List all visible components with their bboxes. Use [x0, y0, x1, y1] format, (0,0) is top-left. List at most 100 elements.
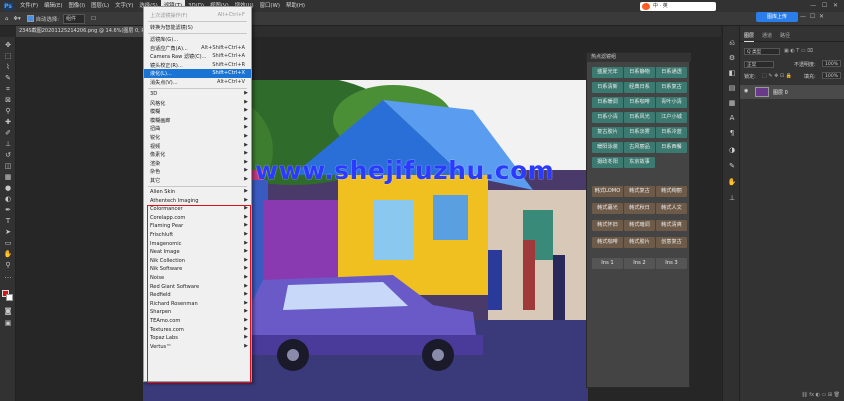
paragraph-panel-icon[interactable]: ¶: [727, 129, 737, 138]
filter-preset-button[interactable]: 韩式清爽: [656, 220, 687, 231]
move-tool-icon[interactable]: ✥▾: [13, 16, 20, 22]
filter-preset-button[interactable]: 创意复古: [656, 237, 687, 248]
app-close-icon[interactable]: ✕: [819, 13, 824, 20]
layer-name[interactable]: 图层 0: [773, 89, 788, 96]
filter-menu-item[interactable]: 像素化 ▶: [144, 150, 251, 159]
filter-preset-button[interactable]: 摄政冬阳: [592, 157, 623, 168]
dodge-tool-icon[interactable]: ◐: [3, 195, 13, 204]
tab-paths[interactable]: 路径: [780, 31, 790, 41]
filter-preset-button[interactable]: 日系通透: [656, 67, 687, 78]
filter-preset-button[interactable]: 韩式秋日: [624, 203, 655, 214]
menu-layer[interactable]: 图层(L): [88, 0, 112, 12]
filter-menu-item[interactable]: 消失点(V)... Alt+Ctrl+V: [144, 78, 251, 87]
app-maximize-icon[interactable]: ☐: [810, 13, 815, 20]
layer-filter-icons[interactable]: ▣ ◐ T ▭ ⌧: [784, 48, 813, 54]
home-icon[interactable]: ⌂: [5, 16, 8, 22]
filter-menu-item[interactable]: 自适应广角(A)... Alt+Shift+Ctrl+A: [144, 44, 251, 53]
menu-help[interactable]: 帮助(H): [283, 0, 308, 12]
auto-select-dropdown[interactable]: 组件: [63, 13, 86, 24]
quick-mask-icon[interactable]: ◙: [3, 307, 13, 316]
menu-file[interactable]: 文件(F): [17, 0, 41, 12]
hand-tool-icon[interactable]: ✋: [3, 250, 13, 259]
swatches-panel-icon[interactable]: ▦: [727, 99, 737, 108]
gradient-tool-icon[interactable]: ▦: [3, 173, 13, 182]
clone-stamp-tool-icon[interactable]: ⊥: [3, 140, 13, 149]
filter-preset-button[interactable]: 韩式胶片: [624, 237, 655, 248]
filter-preset-button[interactable]: 韩式人文: [656, 203, 687, 214]
filter-preset-button[interactable]: 江户小城: [656, 112, 687, 123]
filter-menu-item[interactable]: 镜头校正(R)... Shift+Ctrl+R: [144, 61, 251, 70]
quick-select-tool-icon[interactable]: ✎: [3, 74, 13, 83]
tab-layers[interactable]: 图层: [744, 31, 755, 42]
upload-button[interactable]: 图库上传: [756, 12, 798, 22]
opacity-input[interactable]: 100%: [822, 60, 841, 67]
filter-preset-button[interactable]: 日系暖调: [592, 97, 623, 108]
menu-type[interactable]: 文字(Y): [112, 0, 136, 12]
filter-preset-button[interactable]: 暖阳泳装: [592, 142, 623, 153]
filter-preset-button[interactable]: 日系清新: [592, 82, 623, 93]
pen-tool-icon[interactable]: ✒: [3, 206, 13, 215]
background-color-swatch[interactable]: [6, 294, 13, 301]
blur-tool-icon[interactable]: ●: [3, 184, 13, 193]
filter-preset-button[interactable]: 韩式复古: [624, 186, 655, 197]
filter-preset-button[interactable]: 韩式怀旧: [592, 220, 623, 231]
filter-preset-button[interactable]: 日系小清: [592, 112, 623, 123]
ins-preset-button[interactable]: Ins 3: [656, 258, 687, 269]
filter-menu-item[interactable]: 风格化 ▶: [144, 99, 251, 108]
filter-menu-item[interactable]: 其它 ▶: [144, 176, 251, 185]
menu-image[interactable]: 图像(I): [66, 0, 89, 12]
close-icon[interactable]: ✕: [833, 2, 838, 9]
clone-source-icon[interactable]: ⊥: [727, 194, 737, 203]
filter-menu-item[interactable]: 模糊 ▶: [144, 107, 251, 116]
lasso-tool-icon[interactable]: ⌇: [3, 63, 13, 72]
filter-preset-button[interactable]: 日系咖啡: [624, 97, 655, 108]
auto-select-checkbox[interactable]: [26, 15, 34, 22]
filter-preset-button[interactable]: 经典日系: [624, 82, 655, 93]
eyedropper-tool-icon[interactable]: ⚲: [3, 107, 13, 116]
filter-preset-button[interactable]: 韩式暗调: [624, 220, 655, 231]
filter-preset-button[interactable]: 日系风光: [624, 112, 655, 123]
libraries-panel-icon[interactable]: ▤: [727, 84, 737, 93]
properties-panel-icon[interactable]: ⚙: [727, 54, 737, 63]
minimize-icon[interactable]: —: [810, 2, 816, 9]
hand-panel-icon[interactable]: ✋: [727, 178, 737, 187]
filter-menu-item[interactable]: 模糊画廊 ▶: [144, 116, 251, 125]
layers-footer-icons[interactable]: ⛓ fx ◐ ▭ ⊞ 🗑: [740, 392, 844, 401]
transform-controls-checkbox[interactable]: ☐: [91, 16, 96, 22]
adjustments-panel-icon[interactable]: ◧: [727, 69, 737, 78]
document-tab[interactable]: 234S截图20201125214206.png @ 14.6%(图层 0, R…: [16, 26, 143, 37]
frame-tool-icon[interactable]: ⊠: [3, 96, 13, 105]
lock-icons[interactable]: ⬚ ✎ ✥ ⊡ 🔒: [762, 73, 792, 79]
filter-menu-item[interactable]: 转换为智能滤镜(S): [144, 23, 251, 32]
filter-menu-item[interactable]: 视频 ▶: [144, 142, 251, 151]
filter-preset-button[interactable]: 盛夏光年: [592, 67, 623, 78]
more-tools-icon[interactable]: …: [3, 272, 13, 281]
filter-menu-item[interactable]: Alien Skin ▶: [144, 188, 251, 197]
filter-preset-button[interactable]: 日系静物: [624, 67, 655, 78]
healing-brush-tool-icon[interactable]: ✚: [3, 118, 13, 127]
filter-preset-button[interactable]: 韩式LOMO: [592, 186, 623, 197]
menu-window[interactable]: 窗口(W): [257, 0, 283, 12]
brush-tool-icon[interactable]: ✐: [3, 129, 13, 138]
path-select-tool-icon[interactable]: ➤: [3, 228, 13, 237]
history-brush-tool-icon[interactable]: ↺: [3, 151, 13, 160]
app-minimize-icon[interactable]: —: [800, 13, 806, 20]
filter-menu-item[interactable]: Camera Raw 滤镜(C)... Shift+Ctrl+A: [144, 52, 251, 61]
filter-menu-item[interactable]: Athentech Imaging ▶: [144, 197, 251, 206]
filter-preset-button[interactable]: 青叶小清: [656, 97, 687, 108]
eraser-tool-icon[interactable]: ◫: [3, 162, 13, 171]
filter-preset-button[interactable]: 日系淡雾: [624, 127, 655, 138]
character-panel-icon[interactable]: A: [727, 114, 737, 123]
filter-preset-button[interactable]: 韩式咖啡: [592, 237, 623, 248]
filter-preset-button[interactable]: 日系西餐: [656, 142, 687, 153]
color-panel-icon[interactable]: ◑: [727, 146, 737, 155]
history-panel-icon[interactable]: ⎌: [727, 39, 737, 48]
move-tool-icon[interactable]: ✥: [3, 41, 13, 50]
sogou-ime-bar[interactable]: 中 · 英: [640, 2, 716, 11]
maximize-icon[interactable]: ☐: [822, 2, 827, 9]
tab-channels[interactable]: 通道: [762, 31, 772, 41]
filter-menu-item[interactable]: 液化(L)... Shift+Ctrl+X: [144, 69, 251, 78]
filter-menu-item[interactable]: 锐化 ▶: [144, 133, 251, 142]
filter-preset-button[interactable]: 复古胶片: [592, 127, 623, 138]
filter-menu-item[interactable]: 3D ▶: [144, 90, 251, 99]
